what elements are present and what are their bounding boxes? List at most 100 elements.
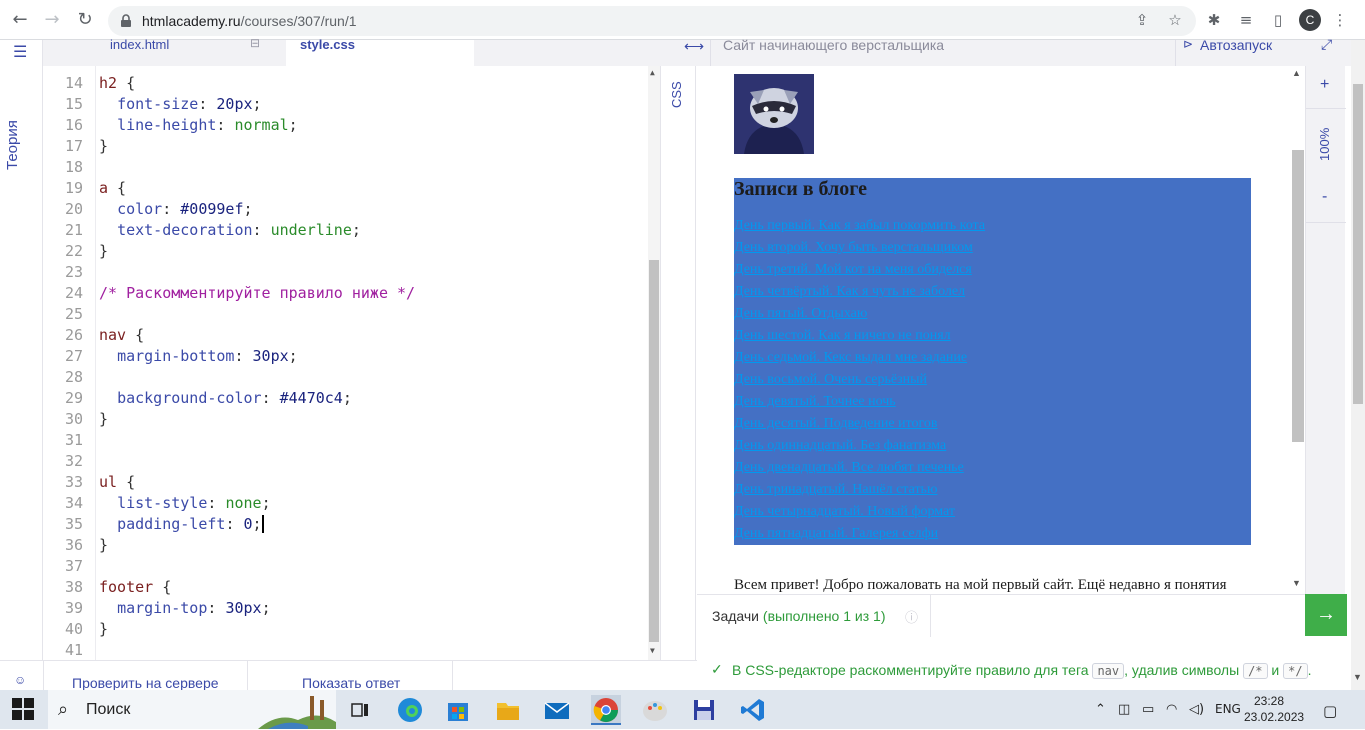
check-on-server-button[interactable]: Проверить на сервере bbox=[72, 675, 219, 691]
blog-link[interactable]: День седьмой. Кекс выдал мне задание bbox=[734, 350, 967, 365]
expand-icon[interactable]: ⤢ bbox=[1321, 36, 1332, 53]
task-view-icon[interactable] bbox=[345, 695, 375, 725]
preview-scroll-thumb[interactable] bbox=[1292, 150, 1304, 442]
paint-icon[interactable] bbox=[640, 695, 670, 725]
blog-links: День первый. Как я забыл покормить кота Д… bbox=[734, 218, 985, 548]
edge-icon[interactable] bbox=[395, 695, 425, 725]
code-line[interactable]: list-style: none; bbox=[99, 494, 271, 512]
meet-icon[interactable]: ◫ bbox=[1118, 702, 1130, 717]
vscode-icon[interactable] bbox=[738, 695, 768, 725]
info-icon[interactable]: ⓘ bbox=[905, 607, 918, 626]
tab-index-html[interactable]: index.html ⊟ bbox=[110, 37, 260, 66]
code-line[interactable]: ul { bbox=[99, 473, 135, 491]
code-line[interactable]: } bbox=[99, 536, 108, 554]
theory-tab[interactable]: Теория bbox=[4, 110, 21, 170]
scrollbar-thumb[interactable] bbox=[649, 260, 659, 642]
code-line[interactable]: nav { bbox=[99, 326, 144, 344]
editor-scrollbar[interactable]: ▲ ▼ bbox=[648, 66, 660, 660]
address-bar[interactable]: htmlacademy.ru/courses/307/run/1 ⇪ ☆ bbox=[108, 6, 1196, 36]
language-indicator[interactable]: ENG bbox=[1215, 702, 1241, 716]
zoom-in-button[interactable]: + bbox=[1320, 76, 1329, 94]
windows-start-icon[interactable] bbox=[12, 698, 34, 720]
line-number: 34 bbox=[64, 494, 83, 512]
code-line[interactable]: margin-bottom: 30px; bbox=[99, 347, 298, 365]
sidepanel-icon[interactable]: ▯ bbox=[1268, 10, 1288, 30]
forward-icon[interactable]: → bbox=[40, 8, 64, 32]
star-icon[interactable]: ☆ bbox=[1165, 10, 1185, 30]
line-number: 41 bbox=[64, 641, 83, 659]
profile-avatar[interactable]: C bbox=[1299, 9, 1321, 31]
code-line[interactable]: text-decoration: underline; bbox=[99, 221, 361, 239]
blog-link[interactable]: День пятнадцатый. Галерея селфи bbox=[734, 526, 938, 541]
wifi-icon[interactable]: ◠ bbox=[1166, 702, 1177, 717]
css-panel-label: CSS bbox=[660, 66, 696, 660]
play-icon[interactable]: ⊳ bbox=[1183, 37, 1193, 51]
code-line[interactable]: color: #0099ef; bbox=[99, 200, 252, 218]
battery-icon[interactable]: ▭ bbox=[1142, 702, 1154, 717]
clock[interactable]: 23:28 23.02.2023 bbox=[1244, 693, 1304, 725]
browser-toolbar: ← → ↻ htmlacademy.ru/courses/307/run/1 ⇪… bbox=[0, 0, 1365, 40]
page-scrollbar[interactable]: ▼ bbox=[1351, 40, 1365, 690]
code-editor[interactable]: 14 h2 {15 font-size: 20px; 16 line-height:… bbox=[43, 66, 660, 660]
taskbar-search[interactable]: ⌕ Поиск bbox=[48, 690, 336, 729]
css-label[interactable]: CSS bbox=[669, 81, 684, 108]
code-line[interactable]: h2 { bbox=[99, 74, 135, 92]
code-line[interactable]: line-height: normal; bbox=[99, 116, 298, 134]
code-line[interactable]: footer { bbox=[99, 578, 171, 596]
scroll-down-icon[interactable]: ▼ bbox=[1353, 672, 1362, 682]
menu-icon[interactable]: ☰ bbox=[13, 42, 27, 62]
blog-link[interactable]: День тринадцатый. Нашёл статью bbox=[734, 482, 937, 497]
line-number: 36 bbox=[64, 536, 83, 554]
share-icon[interactable]: ⇪ bbox=[1132, 10, 1152, 30]
code-line[interactable]: background-color: #4470c4; bbox=[99, 389, 352, 407]
resize-arrows-icon[interactable]: ⟷ bbox=[684, 38, 704, 55]
blog-link[interactable]: День девятый. Точнее ночь bbox=[734, 394, 896, 409]
extensions-icon[interactable]: ✱ bbox=[1204, 10, 1224, 30]
tasks-bar[interactable]: Задачи (выполнено 1 из 1) ⓘ bbox=[697, 594, 1305, 637]
code-line[interactable]: /* Раскомментируйте правило ниже */ bbox=[99, 284, 415, 302]
kebab-menu-icon[interactable]: ⋮ bbox=[1330, 10, 1350, 30]
chevron-up-icon[interactable]: ⌃ bbox=[1095, 702, 1106, 717]
divider bbox=[247, 661, 248, 691]
code-line[interactable]: } bbox=[99, 620, 108, 638]
blog-link[interactable]: День второй. Хочу быть верстальщиком bbox=[734, 240, 973, 255]
file-explorer-icon[interactable] bbox=[493, 695, 523, 725]
code-line[interactable]: margin-top: 30px; bbox=[99, 599, 271, 617]
blog-link[interactable]: День двенадцатый. Все любят печенье bbox=[734, 460, 964, 475]
code-line[interactable]: } bbox=[99, 137, 108, 155]
blog-link[interactable]: День пятый. Отдыхаю bbox=[734, 306, 867, 321]
chrome-icon[interactable] bbox=[591, 695, 621, 725]
line-number: 38 bbox=[64, 578, 83, 596]
mail-icon[interactable] bbox=[542, 695, 572, 725]
blog-link[interactable]: День четвёртый. Как я чуть не заболел bbox=[734, 284, 965, 299]
code-line[interactable]: padding-left: 0; bbox=[99, 515, 264, 533]
back-icon[interactable]: ← bbox=[8, 8, 32, 32]
tab-style-css[interactable]: style.css bbox=[286, 38, 474, 66]
scroll-up-icon[interactable]: ▲ bbox=[1292, 68, 1301, 78]
blog-link[interactable]: День десятый. Подведение итогов bbox=[734, 416, 938, 431]
page-scroll-thumb[interactable] bbox=[1353, 84, 1363, 404]
show-answer-button[interactable]: Показать ответ bbox=[302, 675, 400, 691]
notifications-icon[interactable]: ▢ bbox=[1323, 702, 1337, 720]
code-line[interactable]: } bbox=[99, 410, 108, 428]
code-line[interactable]: font-size: 20px; bbox=[99, 95, 262, 113]
next-button[interactable]: → bbox=[1305, 594, 1347, 636]
scroll-down-icon[interactable]: ▼ bbox=[1292, 578, 1301, 588]
code-line[interactable]: } bbox=[99, 242, 108, 260]
store-icon[interactable] bbox=[443, 695, 473, 725]
code-line[interactable]: a { bbox=[99, 179, 126, 197]
blog-link[interactable]: День первый. Как я забыл покормить кота bbox=[734, 218, 985, 233]
blog-link[interactable]: День третий. Мой кот на меня обиделся bbox=[734, 262, 972, 277]
reload-icon[interactable]: ↻ bbox=[73, 8, 97, 32]
autorun-button[interactable]: Автозапуск bbox=[1200, 37, 1272, 53]
line-number: 31 bbox=[64, 431, 83, 449]
feedback-icon[interactable]: ☺ bbox=[14, 673, 26, 687]
blog-link[interactable]: День четырнадцатый. Новый формат bbox=[734, 504, 955, 519]
volume-icon[interactable]: ◁) bbox=[1189, 702, 1204, 717]
media-icon[interactable]: ≡ bbox=[1236, 10, 1256, 30]
zoom-out-button[interactable]: - bbox=[1322, 188, 1327, 206]
save-app-icon[interactable] bbox=[689, 695, 719, 725]
blog-link[interactable]: День одиннадцатый. Без фанатизма bbox=[734, 438, 946, 453]
blog-link[interactable]: День восьмой. Очень серьёзный bbox=[734, 372, 927, 387]
blog-link[interactable]: День шестой. Как я ничего не понял bbox=[734, 328, 951, 343]
